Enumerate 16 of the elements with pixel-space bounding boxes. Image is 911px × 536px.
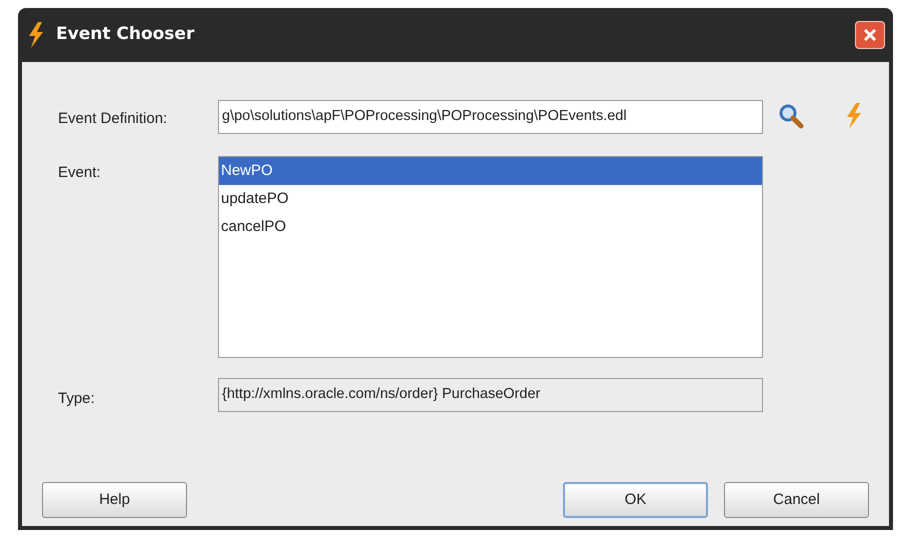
- window-title: Event Chooser: [56, 23, 194, 46]
- close-icon: [862, 27, 878, 43]
- dialog-button[interactable]: OK: [563, 482, 708, 518]
- field-label: Event:: [58, 163, 101, 183]
- list-item[interactable]: NewPO: [219, 157, 762, 185]
- input-field[interactable]: g\po\solutions\apF\POProcessing\POProcessing\POEvents.edl: [218, 100, 763, 134]
- lightning-icon: [26, 22, 46, 48]
- field-label: Type:: [58, 389, 95, 409]
- dialog-button[interactable]: Cancel: [724, 482, 869, 518]
- search-icon[interactable]: [778, 103, 804, 129]
- type-field: {http://xmlns.oracle.com/ns/order} PurchaseOrder: [218, 378, 763, 412]
- list-item[interactable]: updatePO: [219, 185, 762, 213]
- list-item[interactable]: cancelPO: [219, 213, 762, 241]
- close-button[interactable]: [855, 21, 885, 49]
- field-label: Event Definition:: [58, 109, 168, 129]
- dialog-button[interactable]: Help: [42, 482, 187, 518]
